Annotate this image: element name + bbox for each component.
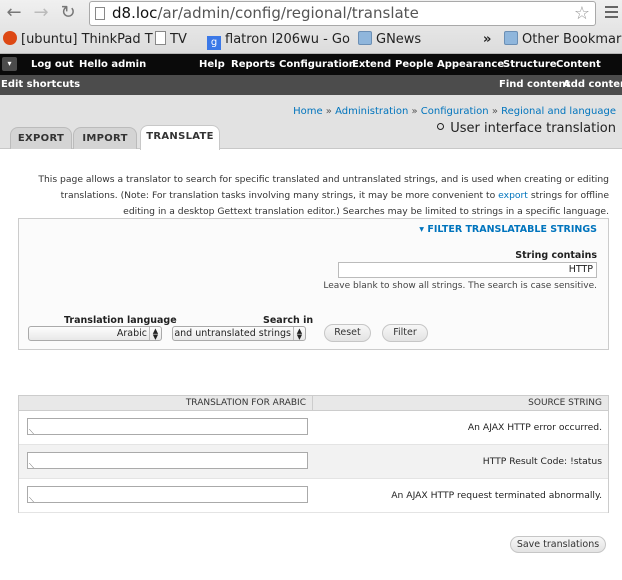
source-string: An AJAX HTTP error occurred. [467,422,602,433]
user-greeting[interactable]: Hello admin [79,54,146,75]
breadcrumb-administration[interactable]: Administration [335,106,408,117]
bookmark-gnews[interactable]: GNews [358,31,421,49]
filter-button[interactable]: Filter [382,324,428,342]
edit-shortcuts-link[interactable]: Edit shortcuts [1,75,80,95]
resize-grip-icon[interactable]: ⟍ [29,463,34,470]
tab-import[interactable]: IMPORT [73,127,137,149]
resize-grip-icon[interactable]: ⟍ [29,429,34,436]
find-content-link[interactable]: Find content [499,75,570,95]
bookmark-google[interactable]: g flatron l206wu - Go [207,31,350,50]
filter-toggle[interactable]: FILTER TRANSLATABLE STRINGS [419,224,597,235]
logout-link[interactable]: Log out [31,54,74,75]
string-contains-help: Leave blank to show all strings. The sea… [323,281,597,291]
breadcrumb-separator: » [411,106,418,117]
star-icon[interactable]: ☆ [574,2,590,25]
bookmark-ubuntu[interactable]: [ubuntu] ThinkPad T [3,31,153,49]
page-icon [155,31,166,45]
search-in-label: Search in [263,315,314,326]
table-row: ⟍ An AJAX HTTP request terminated abnorm… [19,479,608,513]
source-column-header[interactable]: SOURCE STRING [528,396,602,411]
page-icon [95,7,105,20]
export-link[interactable]: export [498,190,528,201]
breadcrumb-separator: » [491,106,498,117]
browser-chrome: ← → ↻ d8.loc/ar/admin/config/regional/tr… [0,0,622,54]
page-description: This page allows a translator to search … [30,172,609,220]
shortcuts-bar: Edit shortcuts Find content Add content [0,75,622,95]
menu-icon[interactable] [605,6,618,21]
toolbar-people[interactable]: People [395,54,433,75]
string-contains-input[interactable]: HTTP [338,262,597,278]
breadcrumb-configuration[interactable]: Configuration [421,106,489,117]
bookmarks-overflow-button[interactable]: » [483,31,491,49]
bookmark-label: [ubuntu] ThinkPad T [21,32,153,47]
home-icon[interactable]: ▾ [2,57,17,71]
google-icon: g [207,36,221,50]
translation-column-header[interactable]: TRANSLATION FOR ARABIC [19,396,313,411]
translation-language-label: Translation language [64,315,177,326]
search-in-select[interactable]: Both translated and untranslated strings… [172,326,306,341]
toolbar-appearance[interactable]: Appearance [437,54,504,75]
select-arrows-icon: ▲ ▼ [293,327,305,340]
toolbar-reports[interactable]: Reports [231,54,275,75]
url-host: d8.loc [112,4,158,22]
selected-language: Arabic [116,328,147,339]
ubuntu-icon [3,31,17,45]
add-content-link[interactable]: Add content [563,75,622,95]
breadcrumb-regional[interactable]: Regional and language [501,106,616,117]
translation-textarea[interactable] [27,486,308,503]
resize-grip-icon[interactable]: ⟍ [29,497,34,504]
source-string: HTTP Result Code: !status [482,456,602,467]
source-string: An AJAX HTTP request terminated abnormal… [391,490,602,501]
table-row: ⟍ An AJAX HTTP error occurred. [19,411,608,445]
reload-icon[interactable]: ↻ [58,3,78,23]
toolbar-extend[interactable]: Extend [352,54,391,75]
translation-textarea[interactable] [27,418,308,435]
breadcrumb-home[interactable]: Home [293,106,323,117]
url-path: /ar/admin/config/regional/translate [157,4,419,22]
forward-icon[interactable]: → [31,3,51,23]
chevron-icon: » [483,32,492,47]
toolbar-help[interactable]: Help [199,54,225,75]
toolbar-content[interactable]: Content [556,54,601,75]
folder-icon [358,31,372,45]
back-icon[interactable]: ← [4,3,24,23]
bookmark-label: GNews [376,32,422,47]
bookmark-label: Other Bookmarks [522,32,622,47]
bookmark-tv[interactable]: TV [155,31,187,49]
filter-fieldset: FILTER TRANSLATABLE STRINGS String conta… [18,218,609,350]
table-row: ⟍ HTTP Result Code: !status [19,445,608,479]
bookmark-label: TV [170,32,187,47]
bookmark-label: flatron l206wu - Go [225,32,350,47]
reset-button[interactable]: Reset [324,324,371,342]
folder-icon [504,31,518,45]
toolbar-structure[interactable]: Structure [503,54,557,75]
translation-language-select[interactable]: Arabic ▲ ▼ [28,326,162,341]
breadcrumb: Home » Administration » Configuration » … [293,106,616,117]
save-translations-button[interactable]: Save translations [510,536,606,553]
select-arrows-icon: ▲ ▼ [149,327,161,340]
string-contains-label: String contains [515,250,597,261]
translation-textarea[interactable] [27,452,308,469]
tab-export[interactable]: EXPORT [10,127,72,149]
translations-table: TRANSLATION FOR ARABIC SOURCE STRING ⟍ A… [18,395,609,513]
tab-translate[interactable]: TRANSLATE [140,125,220,150]
address-bar[interactable]: d8.loc/ar/admin/config/regional/translat… [89,1,596,26]
table-header: TRANSLATION FOR ARABIC SOURCE STRING [19,396,608,411]
breadcrumb-separator: » [325,106,332,117]
bookmark-other[interactable]: Other Bookmarks [504,31,622,49]
page-title: User interface translation [437,121,616,136]
admin-toolbar: ▾ Log out Hello admin Help Reports Confi… [0,54,622,75]
toolbar-configuration[interactable]: Configuration [279,54,356,75]
selected-search-scope: Both translated and untranslated strings [173,328,291,339]
